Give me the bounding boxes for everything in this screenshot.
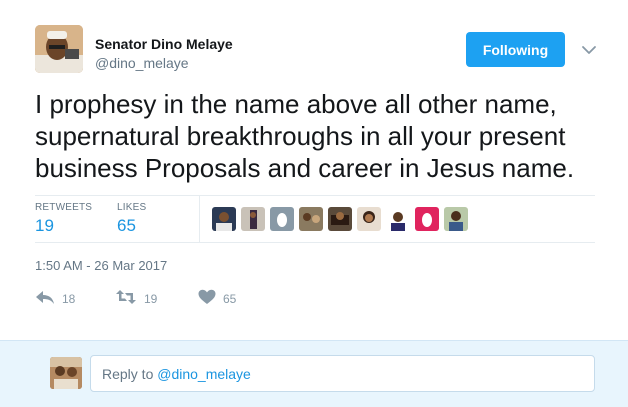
likes-label: LIKES <box>117 202 147 213</box>
reply-count: 18 <box>62 291 76 306</box>
retweet-icon <box>115 289 137 308</box>
default-egg-avatar[interactable] <box>270 207 294 231</box>
retweets-value: 19 <box>35 216 54 235</box>
likes-value: 65 <box>117 216 136 235</box>
default-egg-avatar[interactable] <box>415 207 439 231</box>
liker-avatar-1[interactable] <box>212 207 236 231</box>
liker-avatar-4[interactable] <box>299 207 323 231</box>
reply-mention: @dino_melaye <box>157 365 251 382</box>
reply-icon <box>35 289 55 308</box>
tweet-text: I prophesy in the name above all other n… <box>35 89 575 183</box>
like-count: 65 <box>223 291 237 306</box>
heart-icon <box>198 289 216 308</box>
divider <box>35 242 595 243</box>
liker-avatar-2[interactable] <box>241 207 265 231</box>
retweets-stat[interactable]: RETWEETS 19 <box>35 202 92 236</box>
divider <box>35 195 595 196</box>
reply-input[interactable]: Reply to @dino_melaye <box>90 355 595 392</box>
divider <box>199 196 200 242</box>
retweets-label: RETWEETS <box>35 202 93 213</box>
liker-avatar-7[interactable] <box>386 207 410 231</box>
chevron-down-icon[interactable] <box>581 42 597 58</box>
tweet-card: Senator Dino Melaye @dino_melaye Followi… <box>0 0 628 340</box>
likers-avatars <box>212 207 468 231</box>
reply-placeholder-prefix: Reply to <box>102 365 158 382</box>
likes-stat[interactable]: LIKES 65 <box>117 202 146 236</box>
user-avatar[interactable] <box>50 357 82 389</box>
reply-action-button[interactable]: 18 <box>35 289 75 308</box>
reply-box: Reply to @dino_melaye <box>0 340 628 407</box>
liker-avatar-9[interactable] <box>444 207 468 231</box>
liker-avatar-6[interactable] <box>357 207 381 231</box>
author-handle[interactable]: @dino_melaye <box>95 55 189 71</box>
liker-avatar-5[interactable] <box>328 207 352 231</box>
like-action-button[interactable]: 65 <box>198 289 236 308</box>
following-button[interactable]: Following <box>466 32 565 67</box>
tweet-timestamp[interactable]: 1:50 AM - 26 Mar 2017 <box>35 258 167 273</box>
author-avatar[interactable] <box>35 25 83 73</box>
author-name[interactable]: Senator Dino Melaye <box>95 36 233 52</box>
retweet-count: 19 <box>144 291 158 306</box>
retweet-action-button[interactable]: 19 <box>115 289 157 308</box>
